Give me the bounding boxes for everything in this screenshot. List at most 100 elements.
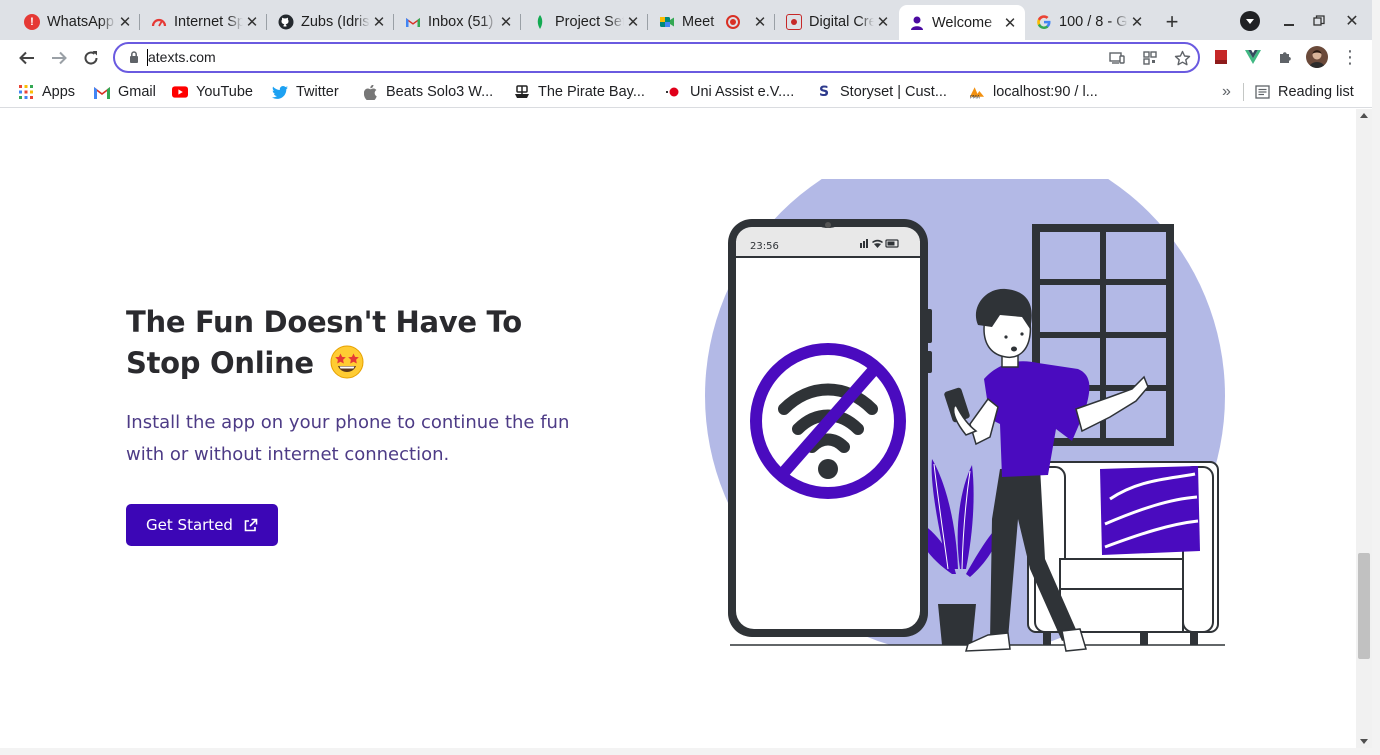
address-bar[interactable]: atexts.com <box>113 42 1200 73</box>
github-icon <box>278 14 294 30</box>
reading-list-icon <box>1254 84 1270 100</box>
apps-grid-icon <box>18 84 34 100</box>
google-icon <box>1036 14 1052 30</box>
tab-welcome[interactable]: Welcome ✕ <box>899 5 1025 40</box>
tab-digital[interactable]: Digital Creative ✕ <box>776 8 898 36</box>
tab-search-button[interactable] <box>1239 10 1261 32</box>
scroll-thumb[interactable] <box>1358 553 1370 659</box>
recording-icon <box>726 15 740 29</box>
gmail-icon <box>405 14 421 30</box>
tab-title: Digital Creative <box>809 14 874 30</box>
bookmarks-bar: Apps Gmail YouTube Twitter Beats Solo3 W… <box>0 76 1372 108</box>
close-icon[interactable]: ✕ <box>751 13 769 31</box>
bookmark-gmail[interactable]: Gmail <box>94 81 156 103</box>
back-button[interactable] <box>14 45 40 71</box>
scroll-down-icon[interactable] <box>1360 739 1368 744</box>
hero-subtitle: Install the app on your phone to continu… <box>126 412 570 465</box>
mongodb-leaf-icon <box>532 14 548 30</box>
apple-icon <box>362 84 378 100</box>
gmail-icon <box>94 84 110 100</box>
external-link-icon <box>244 518 258 531</box>
storyset-icon: S <box>818 84 830 100</box>
reload-button[interactable] <box>78 45 104 71</box>
lock-icon <box>130 51 138 63</box>
tab-github[interactable]: Zubs (Idris) ✕ <box>268 8 394 36</box>
bookmark-label: Gmail <box>118 84 156 100</box>
bookmarks-overflow-button[interactable]: » <box>1222 81 1231 103</box>
digital-icon <box>786 14 802 30</box>
tab-separator <box>774 14 775 30</box>
window-shadow-bottom <box>0 748 1380 755</box>
browser-toolbar: atexts.com ⋮ <box>0 40 1372 76</box>
bookmark-label: The Pirate Bay... <box>538 84 645 100</box>
bookmark-label: Storyset | Cust... <box>840 84 947 100</box>
no-wifi-icon <box>750 343 906 499</box>
close-window-button[interactable]: ✕ <box>1341 10 1363 32</box>
avatar-icon <box>1309 50 1325 68</box>
speed-gauge-icon <box>151 14 167 30</box>
user-icon <box>909 15 925 31</box>
close-icon[interactable]: ✕ <box>116 13 134 31</box>
pirate-ship-icon <box>514 84 530 100</box>
minimize-button[interactable] <box>1278 10 1300 32</box>
menu-kebab-icon[interactable]: ⋮ <box>1341 47 1359 67</box>
tab-title: 100 / 8 - Google <box>1059 14 1128 30</box>
get-started-button[interactable]: Get Started <box>126 504 278 546</box>
close-icon[interactable]: ✕ <box>1001 14 1019 32</box>
close-icon[interactable]: ✕ <box>874 13 892 31</box>
reading-list-button[interactable]: Reading list <box>1254 81 1354 103</box>
bookmark-beats[interactable]: Beats Solo3 W... <box>362 81 493 103</box>
illustration: 23:56 <box>700 179 1240 659</box>
overflow-chevron-icon: » <box>1222 83 1231 100</box>
bookmark-piratebay[interactable]: The Pirate Bay... <box>514 81 645 103</box>
close-icon[interactable]: ✕ <box>497 13 515 31</box>
bookmark-apps[interactable]: Apps <box>18 81 75 103</box>
vue-devtools-icon[interactable] <box>1244 48 1262 66</box>
puzzle-extensions-icon[interactable] <box>1276 48 1294 66</box>
tab-strip: ! WhatsApp ✕ Internet Speed ✕ Zubs (Idri… <box>0 0 1372 40</box>
star-struck-emoji-icon <box>330 345 364 379</box>
arrow-right-icon <box>52 51 67 65</box>
bookmark-label: YouTube <box>196 84 253 100</box>
bookmark-storyset[interactable]: S Storyset | Cust... <box>816 81 947 103</box>
tab-title: Welcome <box>932 14 993 31</box>
close-icon[interactable]: ✕ <box>370 13 388 31</box>
youtube-icon <box>172 84 188 100</box>
bookmark-localhost[interactable]: PMA localhost:90 / l... <box>969 81 1098 103</box>
tab-title: Meet <box>682 14 715 30</box>
tab-meet[interactable]: Meet ✕ <box>649 8 775 36</box>
cast-icon[interactable] <box>1108 49 1126 67</box>
bookmark-twitter[interactable]: Twitter <box>272 81 339 103</box>
profile-avatar[interactable] <box>1306 46 1328 68</box>
tab-separator <box>393 14 394 30</box>
close-icon[interactable]: ✕ <box>1128 13 1146 31</box>
star-icon[interactable] <box>1173 49 1191 67</box>
tab-title: Zubs (Idris) <box>301 14 370 30</box>
window-shadow-right <box>1372 0 1380 755</box>
tab-whatsapp[interactable]: ! WhatsApp ✕ <box>14 8 140 36</box>
bookmark-uniassist[interactable]: Uni Assist e.V.... <box>666 81 794 103</box>
close-icon[interactable]: ✕ <box>624 13 642 31</box>
bookmark-label: Twitter <box>296 84 339 100</box>
page-scrollbar[interactable] <box>1356 109 1372 748</box>
smartphone: 23:56 <box>728 219 932 637</box>
hero-title: The Fun Doesn't Have To Stop Online <box>126 302 566 384</box>
new-tab-button[interactable]: + <box>1159 9 1185 35</box>
bookmark-label: Beats Solo3 W... <box>386 84 494 100</box>
qr-code-icon[interactable] <box>1141 49 1159 67</box>
google-meet-icon <box>659 14 675 30</box>
reload-icon <box>84 51 98 65</box>
bookmark-youtube[interactable]: YouTube <box>172 81 253 103</box>
tab-inbox[interactable]: Inbox (51) ✕ <box>395 8 521 36</box>
forward-button[interactable] <box>46 45 72 71</box>
tab-google[interactable]: 100 / 8 - Google ✕ <box>1026 8 1152 36</box>
tab-title: Inbox (51) <box>428 14 494 30</box>
close-icon[interactable]: ✕ <box>243 13 261 31</box>
scroll-up-icon[interactable] <box>1360 113 1368 118</box>
bookmark-extension-icon[interactable] <box>1212 48 1230 66</box>
tab-project-setup[interactable]: Project Setup ✕ <box>522 8 648 36</box>
tab-internet-speed[interactable]: Internet Speed ✕ <box>141 8 267 36</box>
tab-title: Project Setup <box>555 14 624 30</box>
restore-button[interactable] <box>1308 10 1330 32</box>
bookmark-label: Apps <box>42 84 76 100</box>
